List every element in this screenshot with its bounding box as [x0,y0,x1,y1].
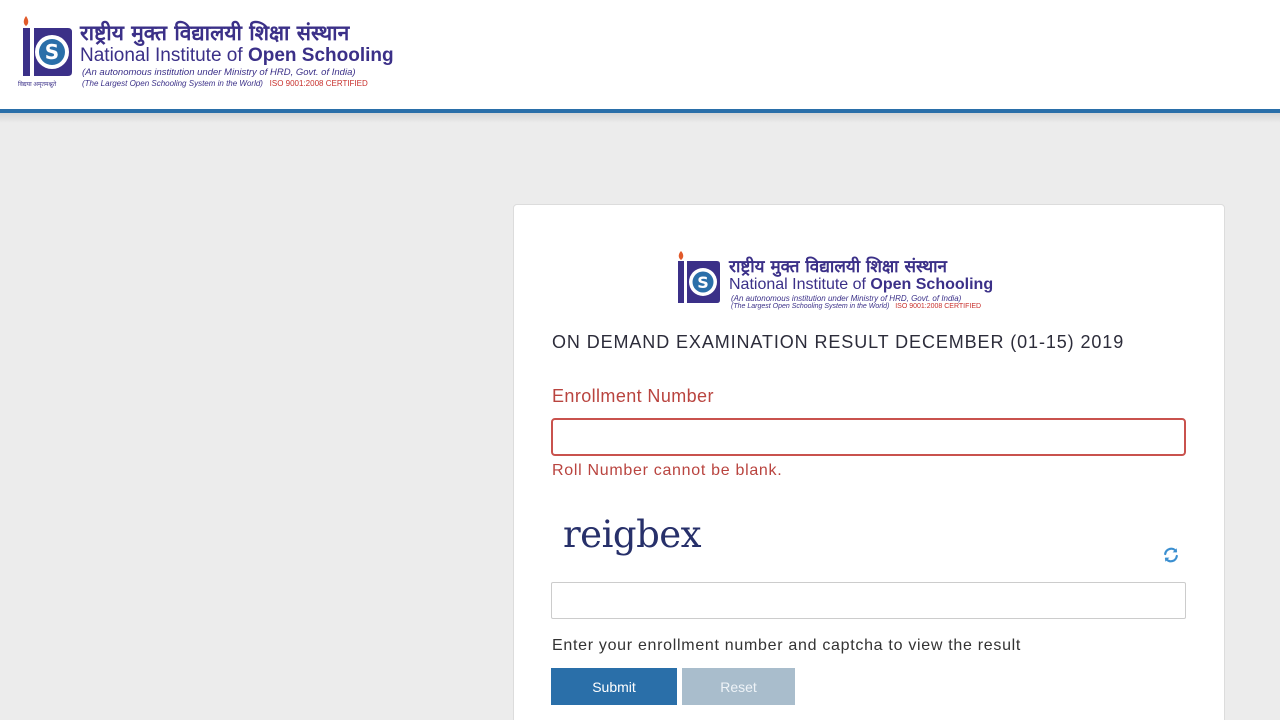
help-text: Enter your enrollment number and captcha… [552,637,1022,654]
enrollment-label: Enrollment Number [552,386,714,406]
logo-caption: विद्यया अमृतमश्नुते [18,82,57,88]
iso-certified: ISO 9001:2008 CERTIFIED [269,79,368,88]
enrollment-error: Roll Number cannot be blank. [552,462,783,479]
page-title: ON DEMAND EXAMINATION RESULT DECEMBER (0… [552,332,1125,352]
header-subtitle: (An autonomous institution under Ministr… [82,67,356,78]
captcha-input[interactable] [551,582,1186,619]
enrollment-input[interactable] [551,418,1186,456]
card-nios-logo: S [678,251,720,303]
site-header: S विद्यया अमृतमश्नुते राष्ट्रीय मुक्त वि… [0,0,1280,109]
card-subtitle: (An autonomous institution under Ministr… [731,294,962,303]
card-institute-name: National Institute of Open Schooling [729,276,994,293]
submit-button[interactable]: Submit [551,668,677,705]
header-shadow [0,113,1280,123]
refresh-icon[interactable] [1162,546,1180,564]
header-tagline: (The Largest Open Schooling System in th… [82,79,368,88]
card-iso-certified: ISO 9001:2008 CERTIFIED [895,303,982,310]
captcha-image: reigbex [563,513,702,556]
card-tagline: (The Largest Open Schooling System in th… [731,303,982,310]
svg-text:S: S [45,40,59,64]
header-institute-name: National Institute of Open Schooling [80,45,394,66]
svg-text:S: S [697,273,709,292]
card-hindi-name: राष्ट्रीय मुक्त विद्यालयी शिक्षा संस्थान [729,257,947,277]
header-hindi-name: राष्ट्रीय मुक्त विद्यालयी शिक्षा संस्थान [80,21,350,45]
reset-button[interactable]: Reset [682,668,795,705]
